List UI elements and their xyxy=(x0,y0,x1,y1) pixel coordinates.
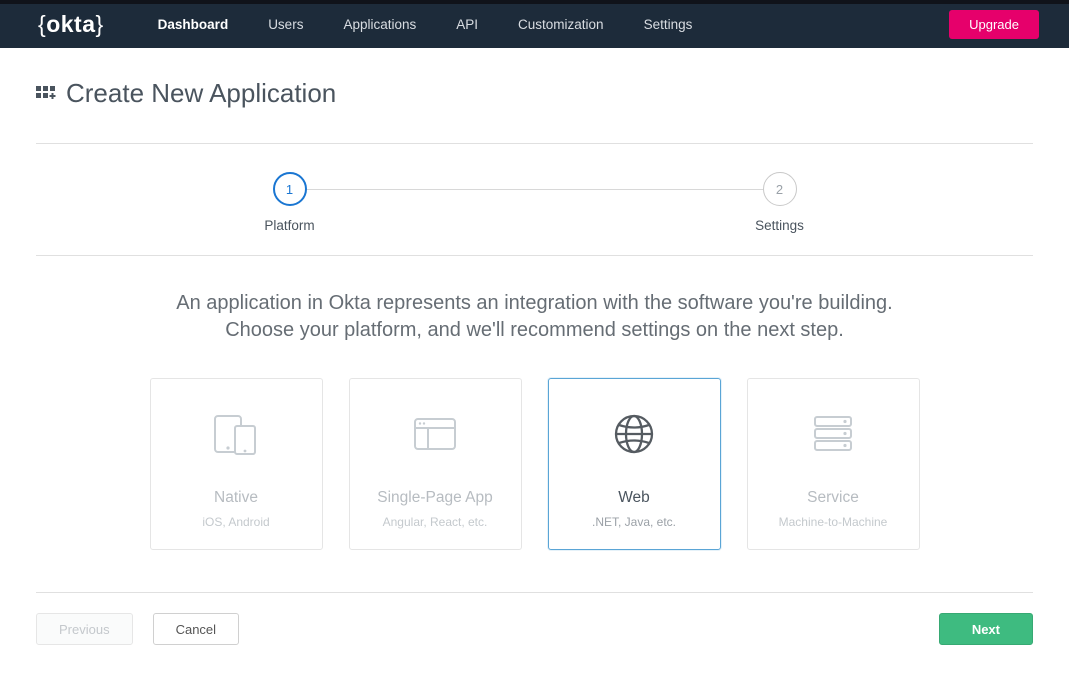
intro-line-1: An application in Okta represents an int… xyxy=(155,290,915,317)
server-icon xyxy=(748,379,919,489)
step-number-1: 1 xyxy=(273,172,307,206)
primary-nav: Dashboard Users Applications API Customi… xyxy=(138,9,713,40)
step-label-platform: Platform xyxy=(264,218,314,233)
nav-item-settings[interactable]: Settings xyxy=(624,9,713,40)
platform-card-web[interactable]: Web .NET, Java, etc. xyxy=(548,378,721,550)
upgrade-button[interactable]: Upgrade xyxy=(949,10,1039,39)
card-title: Web xyxy=(618,489,650,507)
nav-item-api[interactable]: API xyxy=(436,9,498,40)
intro-line-2: Choose your platform, and we'll recommen… xyxy=(155,317,915,344)
footer-divider xyxy=(36,592,1033,593)
wizard-stepper: 1 Platform 2 Settings xyxy=(36,143,1033,256)
devices-icon xyxy=(151,379,322,489)
card-subtitle: Angular, React, etc. xyxy=(383,515,488,529)
wizard-footer: Previous Cancel Next xyxy=(36,613,1033,645)
browser-window-icon xyxy=(350,379,521,489)
platform-cards-row: Native iOS, Android Single-Page App Angu… xyxy=(36,378,1033,550)
step-settings[interactable]: 2 Settings xyxy=(745,172,815,233)
platform-card-spa[interactable]: Single-Page App Angular, React, etc. xyxy=(349,378,522,550)
top-navbar: {okta} Dashboard Users Applications API … xyxy=(0,0,1069,48)
intro-copy: An application in Okta represents an int… xyxy=(155,290,915,344)
nav-item-applications[interactable]: Applications xyxy=(323,9,436,40)
platform-card-native[interactable]: Native iOS, Android xyxy=(150,378,323,550)
page-header: Create New Application xyxy=(36,78,1033,109)
step-platform[interactable]: 1 Platform xyxy=(255,172,325,233)
globe-icon xyxy=(549,379,720,489)
next-button[interactable]: Next xyxy=(939,613,1033,645)
card-subtitle: iOS, Android xyxy=(202,515,269,529)
card-subtitle: Machine-to-Machine xyxy=(779,515,888,529)
nav-item-dashboard[interactable]: Dashboard xyxy=(138,9,249,40)
card-title: Single-Page App xyxy=(377,489,492,507)
cancel-button[interactable]: Cancel xyxy=(153,613,239,645)
card-title: Native xyxy=(214,489,258,507)
nav-item-users[interactable]: Users xyxy=(248,9,323,40)
nav-item-customization[interactable]: Customization xyxy=(498,9,624,40)
main-content: Create New Application 1 Platform 2 Sett… xyxy=(0,48,1069,685)
okta-logo: {okta} xyxy=(38,11,104,38)
platform-card-service[interactable]: Service Machine-to-Machine xyxy=(747,378,920,550)
grid-plus-icon xyxy=(36,84,56,104)
step-number-2: 2 xyxy=(763,172,797,206)
page-title: Create New Application xyxy=(66,78,336,109)
previous-button: Previous xyxy=(36,613,133,645)
step-connector-line xyxy=(289,189,781,190)
logo-text: okta xyxy=(46,11,95,37)
card-subtitle: .NET, Java, etc. xyxy=(592,515,676,529)
step-label-settings: Settings xyxy=(755,218,804,233)
card-title: Service xyxy=(807,489,859,507)
